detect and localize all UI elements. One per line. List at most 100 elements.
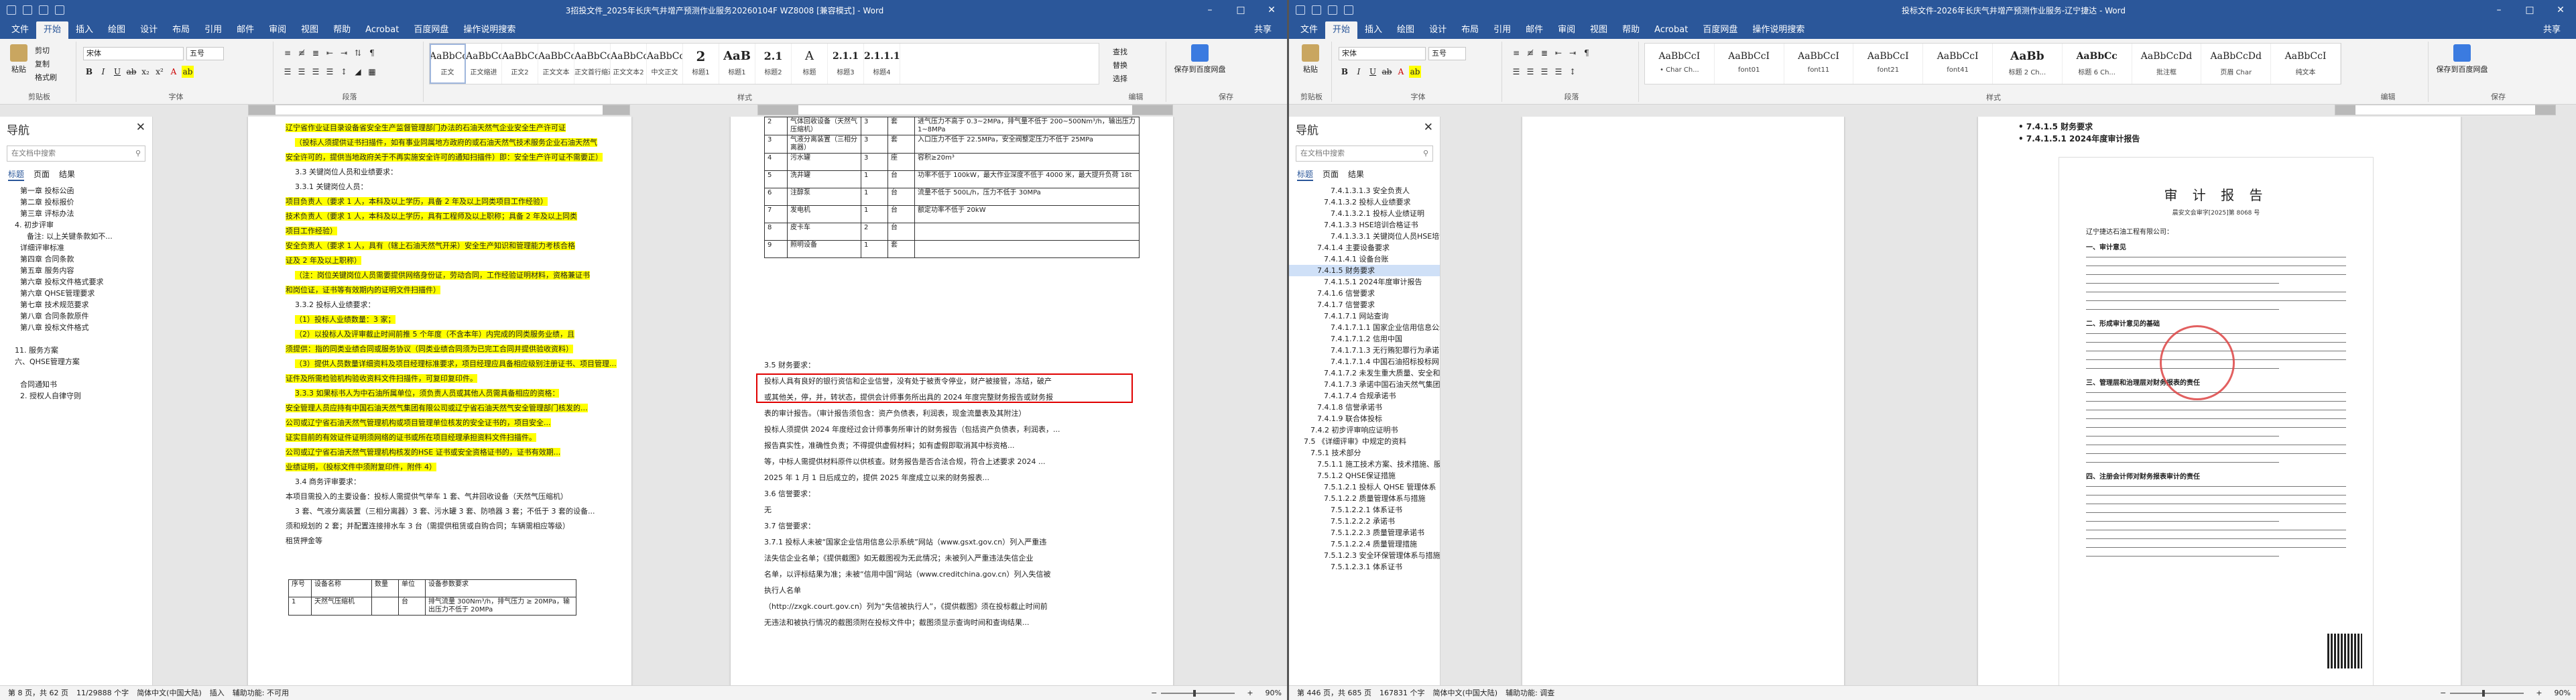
nav-item[interactable] — [0, 367, 152, 379]
align-center-icon[interactable]: ☰ — [296, 66, 308, 78]
bold-icon[interactable]: B — [83, 66, 95, 78]
tab-baidu[interactable]: 百度网盘 — [1695, 21, 1745, 39]
nav-item[interactable]: 7.5.1.2.3.1 体系证书 — [1289, 561, 1440, 573]
zoom-level[interactable]: 90% — [2555, 686, 2571, 700]
nav-item[interactable]: 7.5.1.2 QHSE保证措施 — [1289, 470, 1440, 481]
justify-icon[interactable]: ☰ — [1552, 66, 1565, 78]
font-size-combo[interactable]: 五号 — [186, 47, 224, 60]
nav-item[interactable]: 7.4.1.3.2 投标人业绩要求 — [1289, 196, 1440, 208]
nav-item[interactable]: 4. 初步评审 — [0, 219, 152, 231]
font-size-combo[interactable]: 五号 — [1428, 47, 1466, 60]
restore-icon[interactable]: □ — [2514, 0, 2545, 20]
style-item[interactable]: AaBbCcI font41 — [1923, 44, 1993, 84]
nav-item[interactable]: 7.5.1.2.3 安全环保管理体系与措施 — [1289, 550, 1440, 561]
style-item[interactable]: AaB 标题1 — [719, 44, 755, 84]
horizontal-ruler[interactable] — [2335, 105, 2556, 115]
language-indicator[interactable]: 简体中文(中国大陆) — [1432, 686, 1497, 700]
nav-item[interactable]: 第一章 投标公函 — [0, 185, 152, 196]
nav-item[interactable]: 7.4.1.5 财务要求 — [1289, 265, 1440, 276]
line-spacing-icon[interactable]: ↕ — [1567, 66, 1579, 78]
style-item[interactable]: AaBbCcD 正文文本2 — [611, 44, 647, 84]
select-button[interactable]: 选择 — [1113, 72, 1127, 86]
undo-icon[interactable] — [1328, 5, 1337, 15]
nav-tab-pages[interactable]: 页面 — [1323, 168, 1339, 181]
tab-help[interactable]: 帮助 — [326, 21, 358, 39]
nav-item[interactable]: 7.4.1.7 信誉要求 — [1289, 299, 1440, 310]
pilcrow-icon[interactable]: ¶ — [1581, 47, 1593, 59]
style-item[interactable]: 2 标题1 — [683, 44, 719, 84]
nav-item[interactable]: 详细评审标准 — [0, 242, 152, 253]
nav-item[interactable]: 第六章 QHSE管理要求 — [0, 288, 152, 299]
tab-acrobat[interactable]: Acrobat — [358, 21, 406, 39]
zoom-slider[interactable] — [2450, 689, 2524, 697]
nav-search-input[interactable]: 在文档中搜索 ⚲ — [7, 145, 145, 162]
nav-item[interactable]: 7.4.1.7.1.1 国家企业信用信息公示... — [1289, 322, 1440, 333]
highlight-icon[interactable]: ab — [1409, 66, 1421, 78]
nav-item[interactable]: 第八章 投标文件格式 — [0, 322, 152, 333]
style-item[interactable]: 2.1 标题2 — [755, 44, 792, 84]
accessibility-indicator[interactable]: 辅助功能: 不可用 — [233, 686, 289, 700]
style-item[interactable]: 2.1.1.1 标题4 — [864, 44, 900, 84]
style-item[interactable]: A 标题 — [792, 44, 828, 84]
nav-item[interactable]: 7.4.1.7.1.3 无行贿犯罪行为承诺 — [1289, 345, 1440, 356]
font-name-combo[interactable]: 宋体 — [83, 47, 184, 60]
document-page-left[interactable]: 辽宁省作业证目录设备省安全生产监督管理部门办法的石油天然气企业安全生产许可证 （投… — [248, 117, 631, 685]
tab-file[interactable]: 文件 — [1293, 21, 1325, 39]
tab-references[interactable]: 引用 — [1486, 21, 1518, 39]
page-count[interactable]: 第 446 页，共 685 页 — [1297, 686, 1371, 700]
nav-item[interactable]: 7.5.1.1 施工技术方案、技术措施、服务方案 — [1289, 459, 1440, 470]
paste-button[interactable]: 粘贴 — [1297, 43, 1324, 82]
restore-icon[interactable]: □ — [1225, 0, 1256, 20]
save-icon[interactable] — [23, 5, 32, 15]
page-count[interactable]: 第 8 页，共 62 页 — [8, 686, 68, 700]
style-item[interactable]: AaBbCcDc 正文2 — [502, 44, 538, 84]
multilevel-icon[interactable]: ≣ — [310, 47, 322, 59]
nav-item[interactable]: 7.5.1.2.2.3 质量管理承诺书 — [1289, 527, 1440, 538]
nav-item[interactable]: 7.4.1.7.1 网站查询 — [1289, 310, 1440, 322]
numbering-icon[interactable]: ≢ — [1524, 47, 1536, 59]
align-center-icon[interactable]: ☰ — [1524, 66, 1536, 78]
nav-item[interactable]: 7.4.1.7.4 合规承诺书 — [1289, 390, 1440, 402]
nav-item[interactable]: 第六章 投标文件格式要求 — [0, 276, 152, 288]
bullets-icon[interactable]: ≡ — [1510, 47, 1522, 59]
replace-button[interactable]: 替换 — [1113, 59, 1127, 72]
style-item[interactable]: AaBbCcI • Char Ch... — [1645, 44, 1715, 84]
tab-insert[interactable]: 插入 — [68, 21, 101, 39]
multilevel-icon[interactable]: ≣ — [1538, 47, 1550, 59]
borders-icon[interactable]: ▦ — [366, 66, 378, 78]
find-button[interactable]: 查找 — [1113, 46, 1127, 59]
cut-button[interactable]: 剪切 — [35, 44, 57, 58]
tab-layout[interactable]: 布局 — [1454, 21, 1486, 39]
nav-tab-headings[interactable]: 标题 — [8, 168, 25, 181]
zoom-in-icon[interactable]: + — [2536, 686, 2542, 700]
nav-item[interactable]: 合同通知书 — [0, 379, 152, 390]
insert-mode[interactable]: 插入 — [210, 686, 225, 700]
subscript-icon[interactable]: x₂ — [139, 66, 151, 78]
nav-item[interactable]: 7.5.1 技术部分 — [1289, 447, 1440, 459]
undo-icon[interactable] — [39, 5, 48, 15]
zoom-thumb[interactable] — [1193, 689, 1197, 697]
close-icon[interactable]: ✕ — [2545, 0, 2576, 20]
nav-tab-headings[interactable]: 标题 — [1297, 168, 1314, 181]
align-left-icon[interactable]: ☰ — [1510, 66, 1522, 78]
nav-item[interactable]: 7.4.1.8 信誉承诺书 — [1289, 402, 1440, 413]
zoom-in-icon[interactable]: + — [1247, 686, 1253, 700]
document-page-blank[interactable] — [1522, 117, 1844, 685]
nav-item[interactable]: 第四章 合同条款 — [0, 253, 152, 265]
style-item[interactable]: AaBbCc 正文文本 — [538, 44, 574, 84]
nav-item[interactable]: 7.5 《详细评审》中规定的资料 — [1289, 436, 1440, 447]
nav-tab-results[interactable]: 结果 — [59, 168, 75, 181]
style-item[interactable]: AaBbCcI 正文缩进 — [466, 44, 502, 84]
close-icon[interactable]: ✕ — [1256, 0, 1287, 20]
tab-review[interactable]: 审阅 — [1550, 21, 1583, 39]
increase-indent-icon[interactable]: ⇥ — [338, 47, 350, 59]
tab-baidu[interactable]: 百度网盘 — [406, 21, 456, 39]
nav-item[interactable]: 第二章 投标报价 — [0, 196, 152, 208]
tab-mailings[interactable]: 邮件 — [1518, 21, 1550, 39]
nav-item[interactable]: 7.4.1.3.3 HSE培训合格证书 — [1289, 219, 1440, 231]
tab-home[interactable]: 开始 — [36, 21, 69, 39]
save-icon[interactable] — [1312, 5, 1321, 15]
zoom-level[interactable]: 90% — [1266, 686, 1282, 700]
nav-item[interactable]: 第三章 评标办法 — [0, 208, 152, 219]
align-right-icon[interactable]: ☰ — [1538, 66, 1550, 78]
